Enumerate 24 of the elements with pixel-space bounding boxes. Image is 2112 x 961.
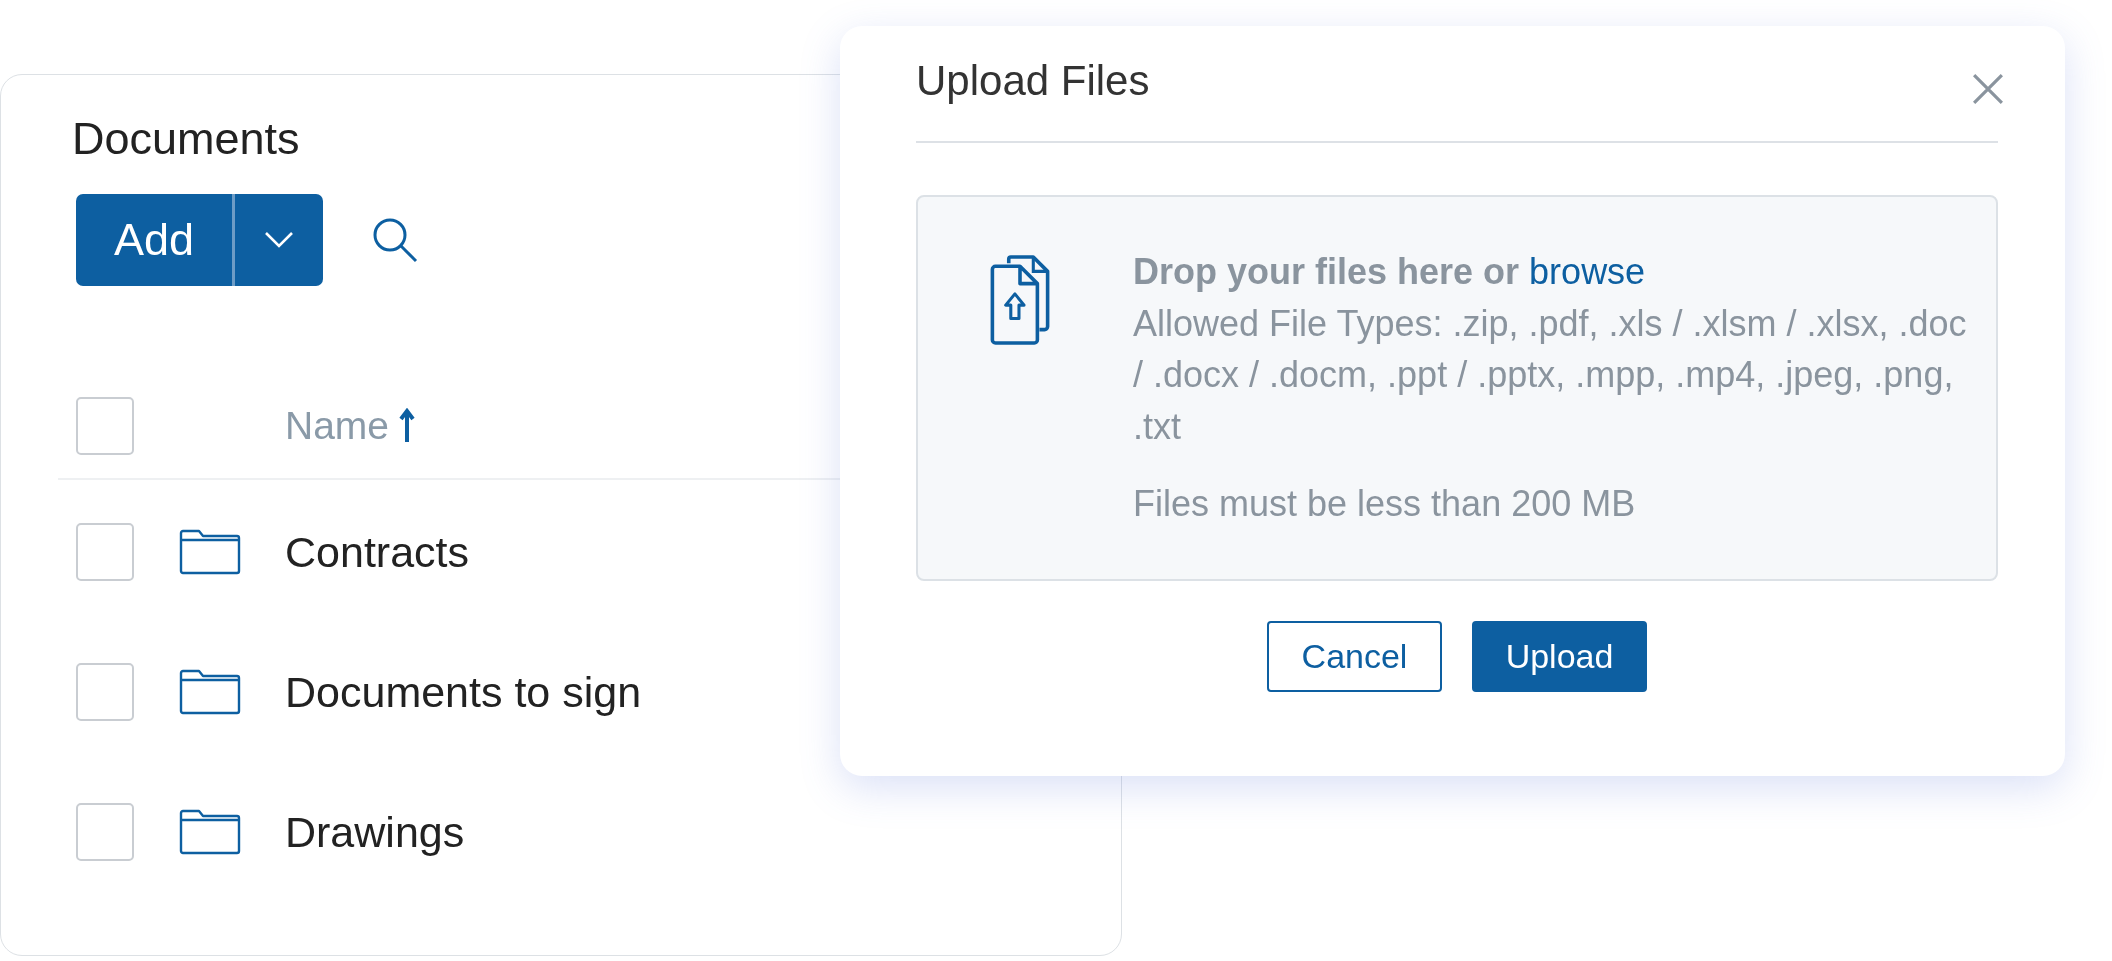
folder-name[interactable]: Documents to sign (285, 667, 642, 717)
size-limit: Files must be less than 200 MB (1133, 482, 1637, 526)
chevron-down-icon (264, 231, 294, 249)
close-icon (1972, 72, 2004, 105)
folder-name[interactable]: Drawings (285, 807, 465, 857)
upload-button[interactable]: Upload (1472, 621, 1647, 692)
folder-icon (179, 669, 241, 715)
drop-zone[interactable]: Drop your files here or browse Allowed File Types: .zip, .pdf, .xls / .xlsm / .xlsx, .doc / .docx / .docm, .ppt / .pptx, .mpp, .mp4, .jpeg, .png, .txt Files must be less than 200 MB (916, 195, 1998, 581)
checkbox[interactable] (76, 523, 134, 581)
dropdown-button[interactable] (232, 194, 323, 286)
folder-icon (179, 809, 241, 855)
checkbox[interactable] (76, 803, 134, 861)
folder-name[interactable]: Contracts (285, 527, 469, 577)
add-button[interactable]: Add (76, 194, 232, 286)
panel-title: Documents (72, 112, 301, 166)
checkbox[interactable] (76, 663, 134, 721)
browse-link[interactable]: browse (1529, 251, 1646, 292)
drop-prompt: Drop your files here or browse (1133, 250, 1647, 294)
checkbox[interactable] (76, 397, 134, 455)
allowed-file-types: Allowed File Types: .zip, .pdf, .xls / .xlsm / .xlsx, .doc / .docx / .docm, .ppt / .pptx, .mpp, .mp4, .jpeg, .png, .txt (1133, 301, 1968, 449)
folder-icon (179, 529, 241, 575)
dialog-title: Upload Files (916, 56, 1150, 105)
sort-arrow-icon[interactable] (399, 407, 416, 445)
cancel-button[interactable]: Cancel (1267, 621, 1442, 692)
